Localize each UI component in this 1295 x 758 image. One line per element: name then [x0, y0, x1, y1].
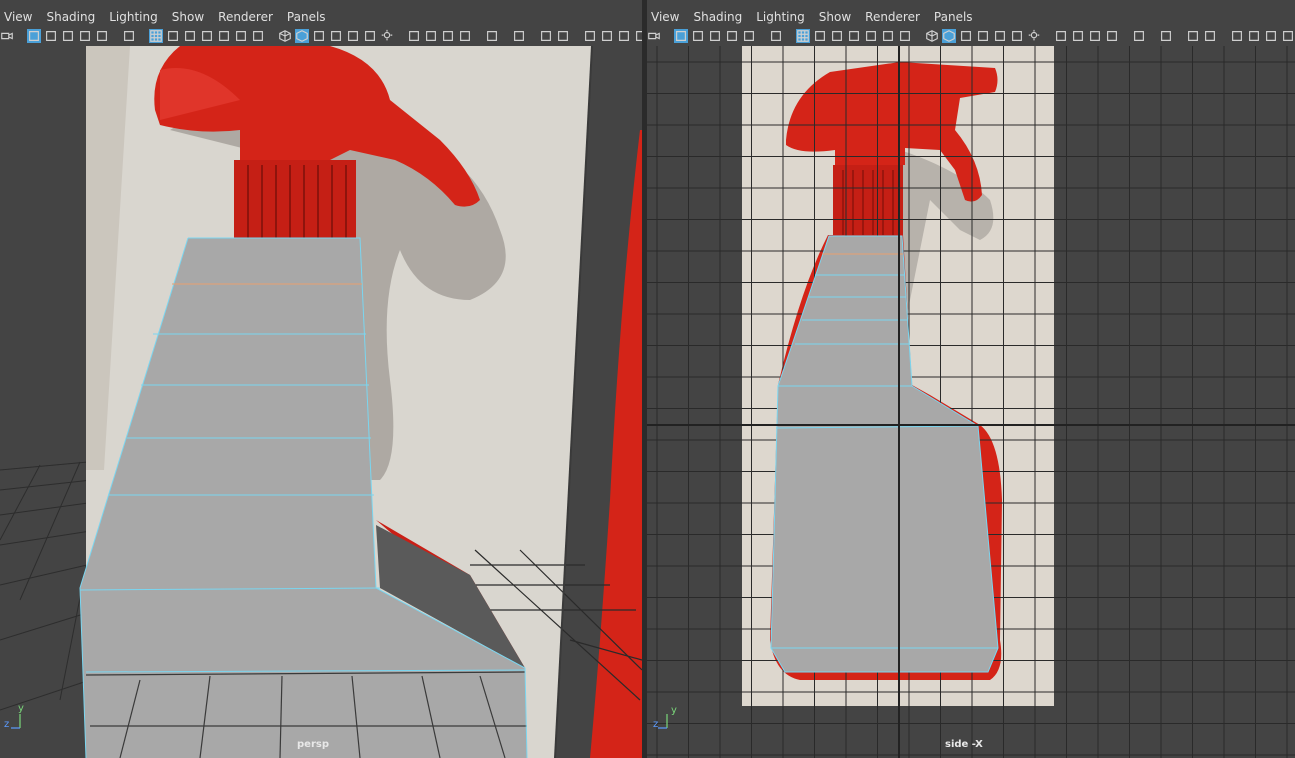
image-plane-icon[interactable] — [725, 29, 739, 43]
panel-menubar: View Shading Lighting Show Renderer Pane… — [0, 8, 642, 26]
menu-renderer[interactable]: Renderer — [865, 10, 920, 24]
wireframe-on-shaded-icon[interactable] — [976, 29, 990, 43]
menu-show[interactable]: Show — [172, 10, 204, 24]
panel-toolbar — [647, 26, 1295, 46]
camera-attr-icon[interactable] — [44, 29, 58, 43]
single-view-icon[interactable] — [583, 29, 597, 43]
viewport-panel-persp[interactable]: View Shading Lighting Show Renderer Pane… — [0, 0, 642, 758]
safe-action-icon[interactable] — [881, 29, 895, 43]
film-gate-icon[interactable] — [166, 29, 180, 43]
field-chart-icon[interactable] — [864, 29, 878, 43]
menu-panels[interactable]: Panels — [287, 10, 326, 24]
panel-toolbar — [0, 26, 642, 46]
depth-of-field-icon[interactable] — [1132, 29, 1146, 43]
motion-blur-icon[interactable] — [441, 29, 455, 43]
hud-icon[interactable] — [1281, 29, 1295, 43]
lock-camera-icon[interactable] — [674, 29, 688, 43]
textured-icon[interactable] — [363, 29, 377, 43]
persp-viewport[interactable]: y z persp — [0, 46, 642, 758]
wireframe-icon[interactable] — [925, 29, 939, 43]
isolate-icon[interactable] — [512, 29, 526, 43]
menu-view[interactable]: View — [651, 10, 679, 24]
2d-pan-icon[interactable] — [742, 29, 756, 43]
motion-blur-icon[interactable] — [1088, 29, 1102, 43]
grid-icon[interactable] — [149, 29, 163, 43]
menu-show[interactable]: Show — [819, 10, 851, 24]
xray-icon[interactable] — [993, 29, 1007, 43]
axis-y-label: y — [18, 703, 24, 714]
default-material-icon[interactable] — [959, 29, 973, 43]
default-material-icon[interactable] — [312, 29, 326, 43]
camera-icon[interactable] — [0, 29, 14, 43]
field-chart-icon[interactable] — [217, 29, 231, 43]
gate-mask-icon[interactable] — [847, 29, 861, 43]
image-plane-icon[interactable] — [78, 29, 92, 43]
axis-z-label: z — [653, 719, 659, 730]
grease-pencil-icon[interactable] — [769, 29, 783, 43]
menu-lighting[interactable]: Lighting — [756, 10, 805, 24]
film-gate-icon[interactable] — [813, 29, 827, 43]
four-view-icon[interactable] — [600, 29, 614, 43]
lock-camera-icon[interactable] — [27, 29, 41, 43]
maximize-icon[interactable] — [617, 29, 631, 43]
xray-joints-icon[interactable] — [539, 29, 553, 43]
xray-icon[interactable] — [346, 29, 360, 43]
bookmark-icon[interactable] — [708, 29, 722, 43]
textured-icon[interactable] — [1010, 29, 1024, 43]
2d-pan-icon[interactable] — [95, 29, 109, 43]
maximize-icon[interactable] — [1264, 29, 1278, 43]
camera-label: persp — [297, 739, 329, 750]
shadows-icon[interactable] — [1054, 29, 1068, 43]
camera-attr-icon[interactable] — [691, 29, 705, 43]
safe-title-icon[interactable] — [898, 29, 912, 43]
side-viewport[interactable]: y z side -X — [647, 46, 1295, 758]
anti-alias-icon[interactable] — [458, 29, 472, 43]
camera-label: side -X — [945, 739, 983, 750]
wireframe-icon[interactable] — [278, 29, 292, 43]
menu-shading[interactable]: Shading — [693, 10, 742, 24]
camera-icon[interactable] — [647, 29, 661, 43]
anti-alias-icon[interactable] — [1105, 29, 1119, 43]
panel-menubar: View Shading Lighting Show Renderer Pane… — [647, 8, 1295, 26]
axis-z-label: z — [4, 719, 10, 730]
menu-lighting[interactable]: Lighting — [109, 10, 158, 24]
ambient-occlusion-icon[interactable] — [424, 29, 438, 43]
xray-active-icon[interactable] — [1203, 29, 1217, 43]
resolution-gate-icon[interactable] — [830, 29, 844, 43]
smooth-shade-icon[interactable] — [942, 29, 956, 43]
hud-icon[interactable] — [634, 29, 642, 43]
viewport-panel-side[interactable]: View Shading Lighting Show Renderer Pane… — [647, 0, 1295, 758]
grease-pencil-icon[interactable] — [122, 29, 136, 43]
menu-renderer[interactable]: Renderer — [218, 10, 273, 24]
gate-mask-icon[interactable] — [200, 29, 214, 43]
isolate-icon[interactable] — [1159, 29, 1173, 43]
safe-action-icon[interactable] — [234, 29, 248, 43]
grid-icon[interactable] — [796, 29, 810, 43]
single-view-icon[interactable] — [1230, 29, 1244, 43]
ambient-occlusion-icon[interactable] — [1071, 29, 1085, 43]
menu-shading[interactable]: Shading — [46, 10, 95, 24]
wireframe-on-shaded-icon[interactable] — [329, 29, 343, 43]
four-view-icon[interactable] — [1247, 29, 1261, 43]
safe-title-icon[interactable] — [251, 29, 265, 43]
axis-y-label: y — [671, 705, 677, 716]
menu-panels[interactable]: Panels — [934, 10, 973, 24]
lights-icon[interactable] — [380, 29, 394, 43]
xray-joints-icon[interactable] — [1186, 29, 1200, 43]
smooth-shade-icon[interactable] — [295, 29, 309, 43]
resolution-gate-icon[interactable] — [183, 29, 197, 43]
xray-active-icon[interactable] — [556, 29, 570, 43]
menu-view[interactable]: View — [4, 10, 32, 24]
shadows-icon[interactable] — [407, 29, 421, 43]
depth-of-field-icon[interactable] — [485, 29, 499, 43]
bookmark-icon[interactable] — [61, 29, 75, 43]
lights-icon[interactable] — [1027, 29, 1041, 43]
